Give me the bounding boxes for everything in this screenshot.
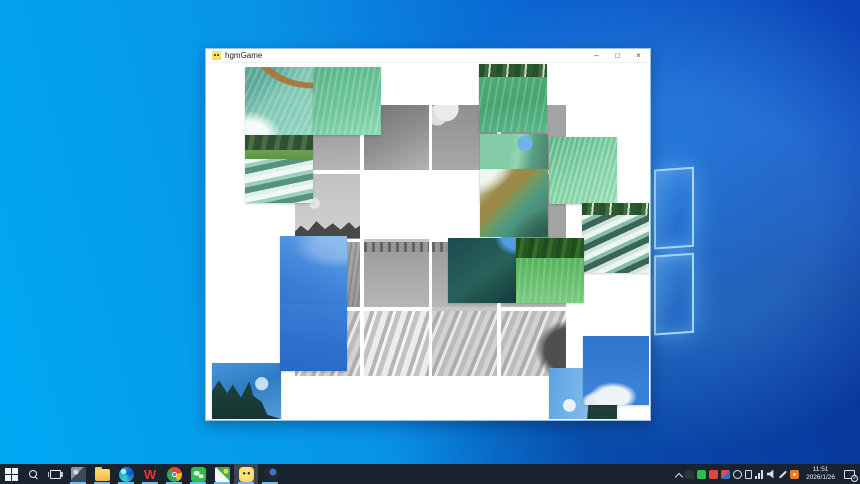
- tray-chevron-up-icon[interactable]: [675, 471, 682, 478]
- tray-red-app-icon[interactable]: [709, 470, 718, 479]
- app-wechat-icon: [191, 467, 206, 482]
- piece-karst-mountains[interactable]: [212, 363, 281, 419]
- app-wps-icon: W: [143, 467, 158, 482]
- taskbar-clock[interactable]: 11:51 2026/1/26: [801, 466, 840, 482]
- taskbar-app-explorer[interactable]: [90, 464, 114, 484]
- desktop-wallpaper: hgmGame – □ × W 11:51 2026/1/26 2: [0, 0, 860, 484]
- piece-water-green[interactable]: [313, 67, 381, 135]
- grid-cell[interactable]: [364, 242, 429, 307]
- action-center-button[interactable]: 2: [840, 464, 858, 484]
- piece-river-bend[interactable]: [480, 169, 548, 237]
- grid-cell[interactable]: [432, 311, 497, 376]
- search-icon: [29, 470, 38, 479]
- grid-cell[interactable]: [364, 311, 429, 376]
- task-view-icon: [50, 470, 61, 479]
- tray-orange-app-icon[interactable]: [790, 470, 799, 479]
- windows-logo-pane-top: [654, 167, 694, 250]
- app-folder-icon: [95, 469, 110, 481]
- taskbar-app-darkapp[interactable]: [258, 464, 282, 484]
- app-photos-icon: [71, 467, 86, 482]
- taskbar-app-edge[interactable]: [114, 464, 138, 484]
- piece-sky-cloud[interactable]: [583, 336, 649, 405]
- close-button[interactable]: ×: [628, 49, 649, 63]
- piece-water-arc[interactable]: [245, 67, 313, 135]
- minimize-button[interactable]: –: [586, 49, 607, 63]
- maximize-button[interactable]: □: [607, 49, 628, 63]
- clock-time: 11:51: [806, 466, 835, 474]
- windows-start-icon: [5, 468, 18, 481]
- window-controls: – □ ×: [586, 49, 649, 63]
- taskbar-app-photos[interactable]: [66, 464, 90, 484]
- taskbar-app-wps[interactable]: W: [138, 464, 162, 484]
- window-title: hgmGame: [225, 49, 262, 63]
- tray-media-app-icon[interactable]: [721, 470, 730, 479]
- puzzle-board: [207, 63, 649, 419]
- tray-sync-icon[interactable]: [733, 470, 742, 479]
- taskbar-app-area: W: [66, 464, 282, 484]
- app-game-icon: [239, 467, 254, 482]
- piece-mountain-dark[interactable]: [448, 238, 516, 303]
- piece-village-terrace[interactable]: [245, 135, 313, 203]
- game-window: hgmGame – □ ×: [205, 48, 651, 421]
- grid-cell[interactable]: [501, 311, 566, 376]
- app-edge-icon: [119, 467, 134, 482]
- windows-wallpaper-logo: [652, 166, 700, 339]
- tray-dark-app-icon[interactable]: [685, 470, 694, 479]
- piece-river-village[interactable]: [479, 64, 547, 132]
- tray-pen-icon[interactable]: [779, 470, 787, 478]
- search-button[interactable]: [22, 464, 44, 484]
- tray-volume-icon[interactable]: [767, 470, 776, 479]
- tray-network-icon[interactable]: [755, 470, 764, 479]
- app-chrome-icon: [167, 467, 182, 482]
- windows-logo-pane-bottom: [654, 253, 694, 336]
- taskbar-app-chrome[interactable]: [162, 464, 186, 484]
- tray-device-icon[interactable]: [745, 470, 752, 479]
- app-darkapp-icon: [263, 467, 278, 482]
- piece-terrace-weir[interactable]: [582, 203, 649, 273]
- start-button[interactable]: [0, 464, 22, 484]
- clock-date: 2026/1/26: [806, 474, 835, 482]
- taskbar-app-game[interactable]: [234, 464, 258, 484]
- piece-water-shimmer[interactable]: [549, 137, 617, 204]
- piece-trees-water[interactable]: [516, 238, 584, 303]
- taskbar: W 11:51 2026/1/26 2: [0, 464, 860, 484]
- piece-sky-blue-light[interactable]: [280, 236, 347, 304]
- taskbar-app-chart[interactable]: [210, 464, 234, 484]
- notification-badge: 2: [851, 475, 858, 482]
- app-chart-icon: [215, 467, 230, 482]
- system-tray: [675, 470, 801, 479]
- window-titlebar[interactable]: hgmGame – □ ×: [207, 49, 649, 63]
- tray-wechat-icon[interactable]: [697, 470, 706, 479]
- taskbar-app-wechat[interactable]: [186, 464, 210, 484]
- window-app-icon: [212, 51, 221, 60]
- piece-sky-blue-deep[interactable]: [280, 304, 347, 371]
- task-view-button[interactable]: [44, 464, 66, 484]
